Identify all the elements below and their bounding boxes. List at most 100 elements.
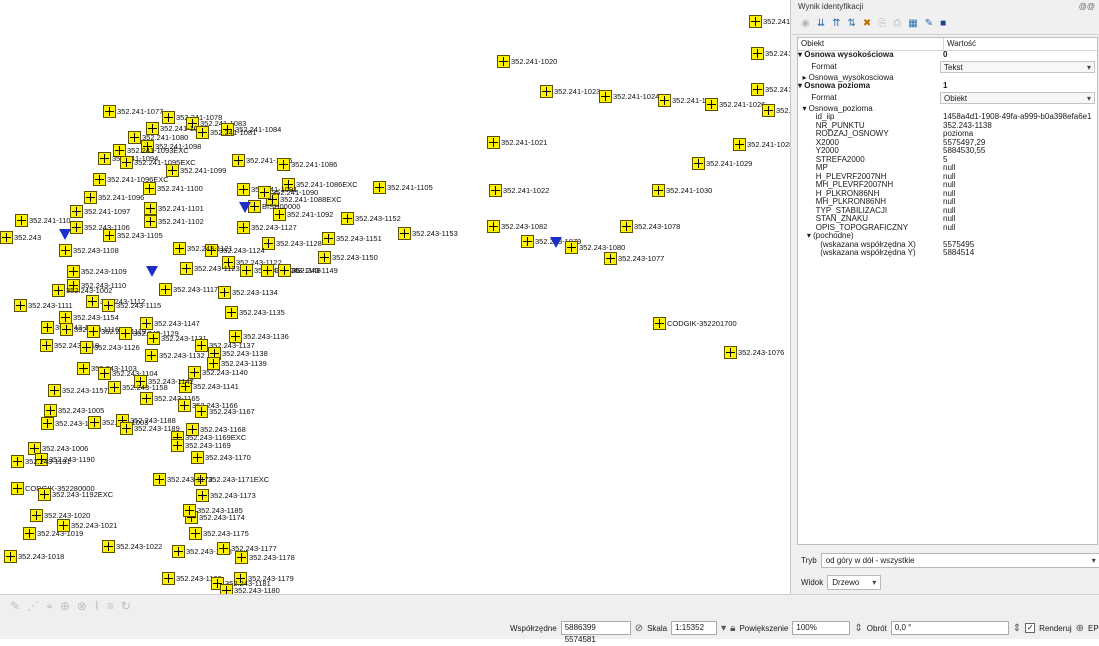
survey-point[interactable]: 352.243-1192EXC [38,487,113,502]
tree-row[interactable]: ▸ Osnowa_wysokosciowa [798,74,1097,83]
reshape-icon[interactable]: ⌇ [94,599,100,614]
format-select[interactable]: Tekst [940,60,1095,73]
pencil-icon[interactable]: ✎ [10,599,20,614]
rotate-icon[interactable]: ↻ [121,599,131,614]
survey-point[interactable]: 352.243-1172 [153,472,213,487]
tree-row[interactable]: (wskazana współrzędna Y) 5884514 [798,249,1097,258]
expand-new-icon[interactable]: ⇅ [848,18,856,30]
node-tool-icon[interactable]: ⌖ [46,599,53,614]
identify-icon[interactable]: ◉ [801,18,810,30]
tree-row[interactable]: Format Tekst [798,60,1097,74]
survey-point[interactable]: 352.243-1127 [237,220,297,235]
map-canvas[interactable]: 352.241-10 352.241-1 352.241-1020 352.241- 3… [0,0,790,594]
benchmark-triangle-icon[interactable] [550,237,562,248]
tree-row[interactable]: MH_PLEVRF2007NH null [798,181,1097,190]
survey-point[interactable]: 352.243-1175 [189,526,249,541]
magnifier-spin-icon[interactable]: ⇕ [854,623,862,634]
survey-point[interactable]: 352.241-1021 [487,135,547,150]
survey-point[interactable]: 352.241-1102 [144,214,204,229]
survey-point[interactable]: 352.243-1135 [225,305,285,320]
crs-label[interactable]: EPSG:2176 [1088,624,1099,633]
mouse-icon[interactable]: ⊘ [635,623,643,634]
survey-point[interactable]: BISH00000 [248,199,300,214]
results-tree[interactable]: Obiekt Wartość ▾ Osnowa wysokościowa 0 Fo… [797,37,1098,545]
scale-dropdown-icon[interactable]: ▾ [721,623,726,634]
survey-point[interactable]: CODGIK-352201700 [653,316,737,331]
coord-field[interactable]: 5886399 5574581 [560,621,631,644]
rotation-spin-icon[interactable]: ⇕ [1013,623,1021,634]
survey-point[interactable]: 352.243-1134 [218,285,278,300]
lock-icon[interactable]: 🔒︎ [730,623,735,634]
render-checkbox[interactable]: ✓ [1025,623,1036,633]
tree-row[interactable]: X2000 5575497,29 [798,139,1097,148]
format-select[interactable]: Obiekt [940,91,1095,104]
survey-point[interactable]: 352.241-1 [751,46,790,61]
survey-point[interactable]: 352.241- [751,82,790,97]
survey-point[interactable]: 352.243-1022 [102,539,162,554]
survey-point[interactable]: 352.243-1123 [180,261,240,276]
clear-results-icon[interactable]: ✖ [863,18,871,30]
survey-point[interactable]: 352.243-1191 [11,454,71,469]
split-icon[interactable]: ⊗ [77,599,87,614]
tree-row[interactable]: (wskazana współrzędna X) 5575495 [798,241,1097,250]
survey-point[interactable]: 352.241-1024 [599,89,659,104]
survey-point[interactable]: 352.243-1180 [220,583,280,594]
survey-point[interactable]: 352.243-1153 [398,226,458,241]
rotation-field[interactable]: 0,0 ° [890,621,1009,635]
tree-row[interactable]: Y2000 5884530,55 [798,147,1097,156]
tree-row[interactable]: STREFA2000 5 [798,156,1097,165]
merge-icon[interactable]: ⊕ [60,599,70,614]
survey-point[interactable]: 352.243-1167 [195,404,255,419]
survey-point[interactable]: 352.243-1149 [278,263,338,278]
survey-point[interactable]: 352.243-1185 [183,503,243,518]
survey-point[interactable]: 352.243-1173 [196,488,256,503]
mode-select[interactable]: od góry w dół - wszystkie [820,553,1099,568]
tree-row[interactable]: ▾ Osnowa wysokościowa 0 [798,51,1097,60]
survey-point[interactable]: 352.243-1178 [235,550,295,565]
survey-point[interactable]: 352.243-1078 [620,219,680,234]
survey-point[interactable]: 352.241-1022 [489,183,549,198]
tree-row[interactable]: H_PLEVRF2007NH null [798,173,1097,182]
survey-point[interactable]: 352.241-1096 [84,190,144,205]
benchmark-triangle-icon[interactable] [59,229,71,240]
vertex-tool-icon[interactable]: ⋰ [27,599,39,614]
survey-point[interactable]: 352.243-1018 [4,549,64,564]
survey-point[interactable]: 352.243-1076 [724,345,784,360]
select-features-icon[interactable]: ▦ [908,18,917,30]
survey-point[interactable]: 352.243-1021 [57,518,117,533]
survey-point[interactable]: 352.243 [0,230,41,245]
survey-point[interactable]: 352.241-1026 [705,97,765,112]
survey-point[interactable]: 352.241-1086 [277,157,337,172]
collapse-tree-icon[interactable]: ⇈ [832,18,840,30]
tree-row[interactable]: ▾ Osnowa_pozioma [798,105,1097,114]
survey-point[interactable]: 352.243-1077 [604,251,664,266]
tree-row[interactable]: H_PLKRON86NH null [798,190,1097,199]
survey-point[interactable]: 352.241-1090 [258,185,318,200]
settings-icon[interactable]: ✎ [925,18,933,30]
survey-point[interactable]: 352.243-1108 [59,243,119,258]
survey-point[interactable]: 352.243-1152 [341,211,401,226]
print-icon[interactable]: ⎙ [893,18,901,30]
help-icon[interactable]: ■ [940,18,946,30]
panel-title-controls[interactable]: @@ [1079,0,1095,14]
survey-point[interactable]: 352.241-110 [15,213,71,228]
survey-point[interactable]: 352.241-1029 [692,156,752,171]
survey-point[interactable]: 352.241-1105 [373,180,433,195]
tree-row[interactable]: OPIS_TOPOGRAFICZNY null [798,224,1097,233]
copy-feature-icon[interactable]: ⎘ [878,18,886,30]
tree-row[interactable]: STAN_ZNAKU null [798,215,1097,224]
survey-point[interactable]: 352.241-1030 [652,183,712,198]
survey-point[interactable]: 352.241-1081 [196,125,256,140]
benchmark-triangle-icon[interactable] [146,266,158,277]
tree-row[interactable]: MP null [798,164,1097,173]
expand-tree-icon[interactable]: ⇊ [817,18,825,30]
survey-point[interactable]: 352.243-1117 [159,282,218,297]
tree-row[interactable]: NR_PUNKTU 352.243-1138 [798,122,1097,131]
survey-point[interactable]: 352.241-1023 [540,84,600,99]
magnifier-field[interactable]: 100% [792,621,851,635]
survey-point[interactable]: 352.241-1099 [166,163,226,178]
survey-point[interactable]: 352.243-1170 [191,450,251,465]
survey-point[interactable]: 352.241-1020 [497,54,557,69]
view-select[interactable]: Drzewo [827,575,882,590]
tree-row[interactable]: MH_PLKRON86NH null [798,198,1097,207]
